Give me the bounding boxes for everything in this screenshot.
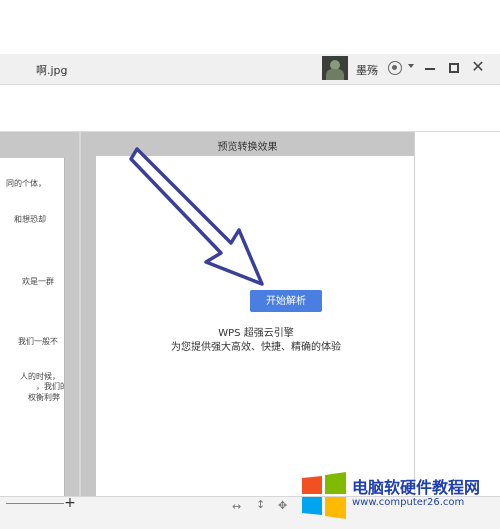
watermark-title: 电脑软硬件教程网 [352, 478, 481, 497]
fit-height-icon[interactable]: ↕ [256, 498, 265, 511]
fit-width-icon[interactable]: ↔ [232, 500, 241, 513]
move-icon[interactable]: ✥ [278, 499, 287, 512]
annotation-arrow-icon [129, 147, 264, 286]
zoom-in-button[interactable]: + [64, 496, 76, 510]
zoom-slider[interactable] [6, 503, 64, 504]
watermark-url: www.computer26.com [352, 497, 465, 508]
